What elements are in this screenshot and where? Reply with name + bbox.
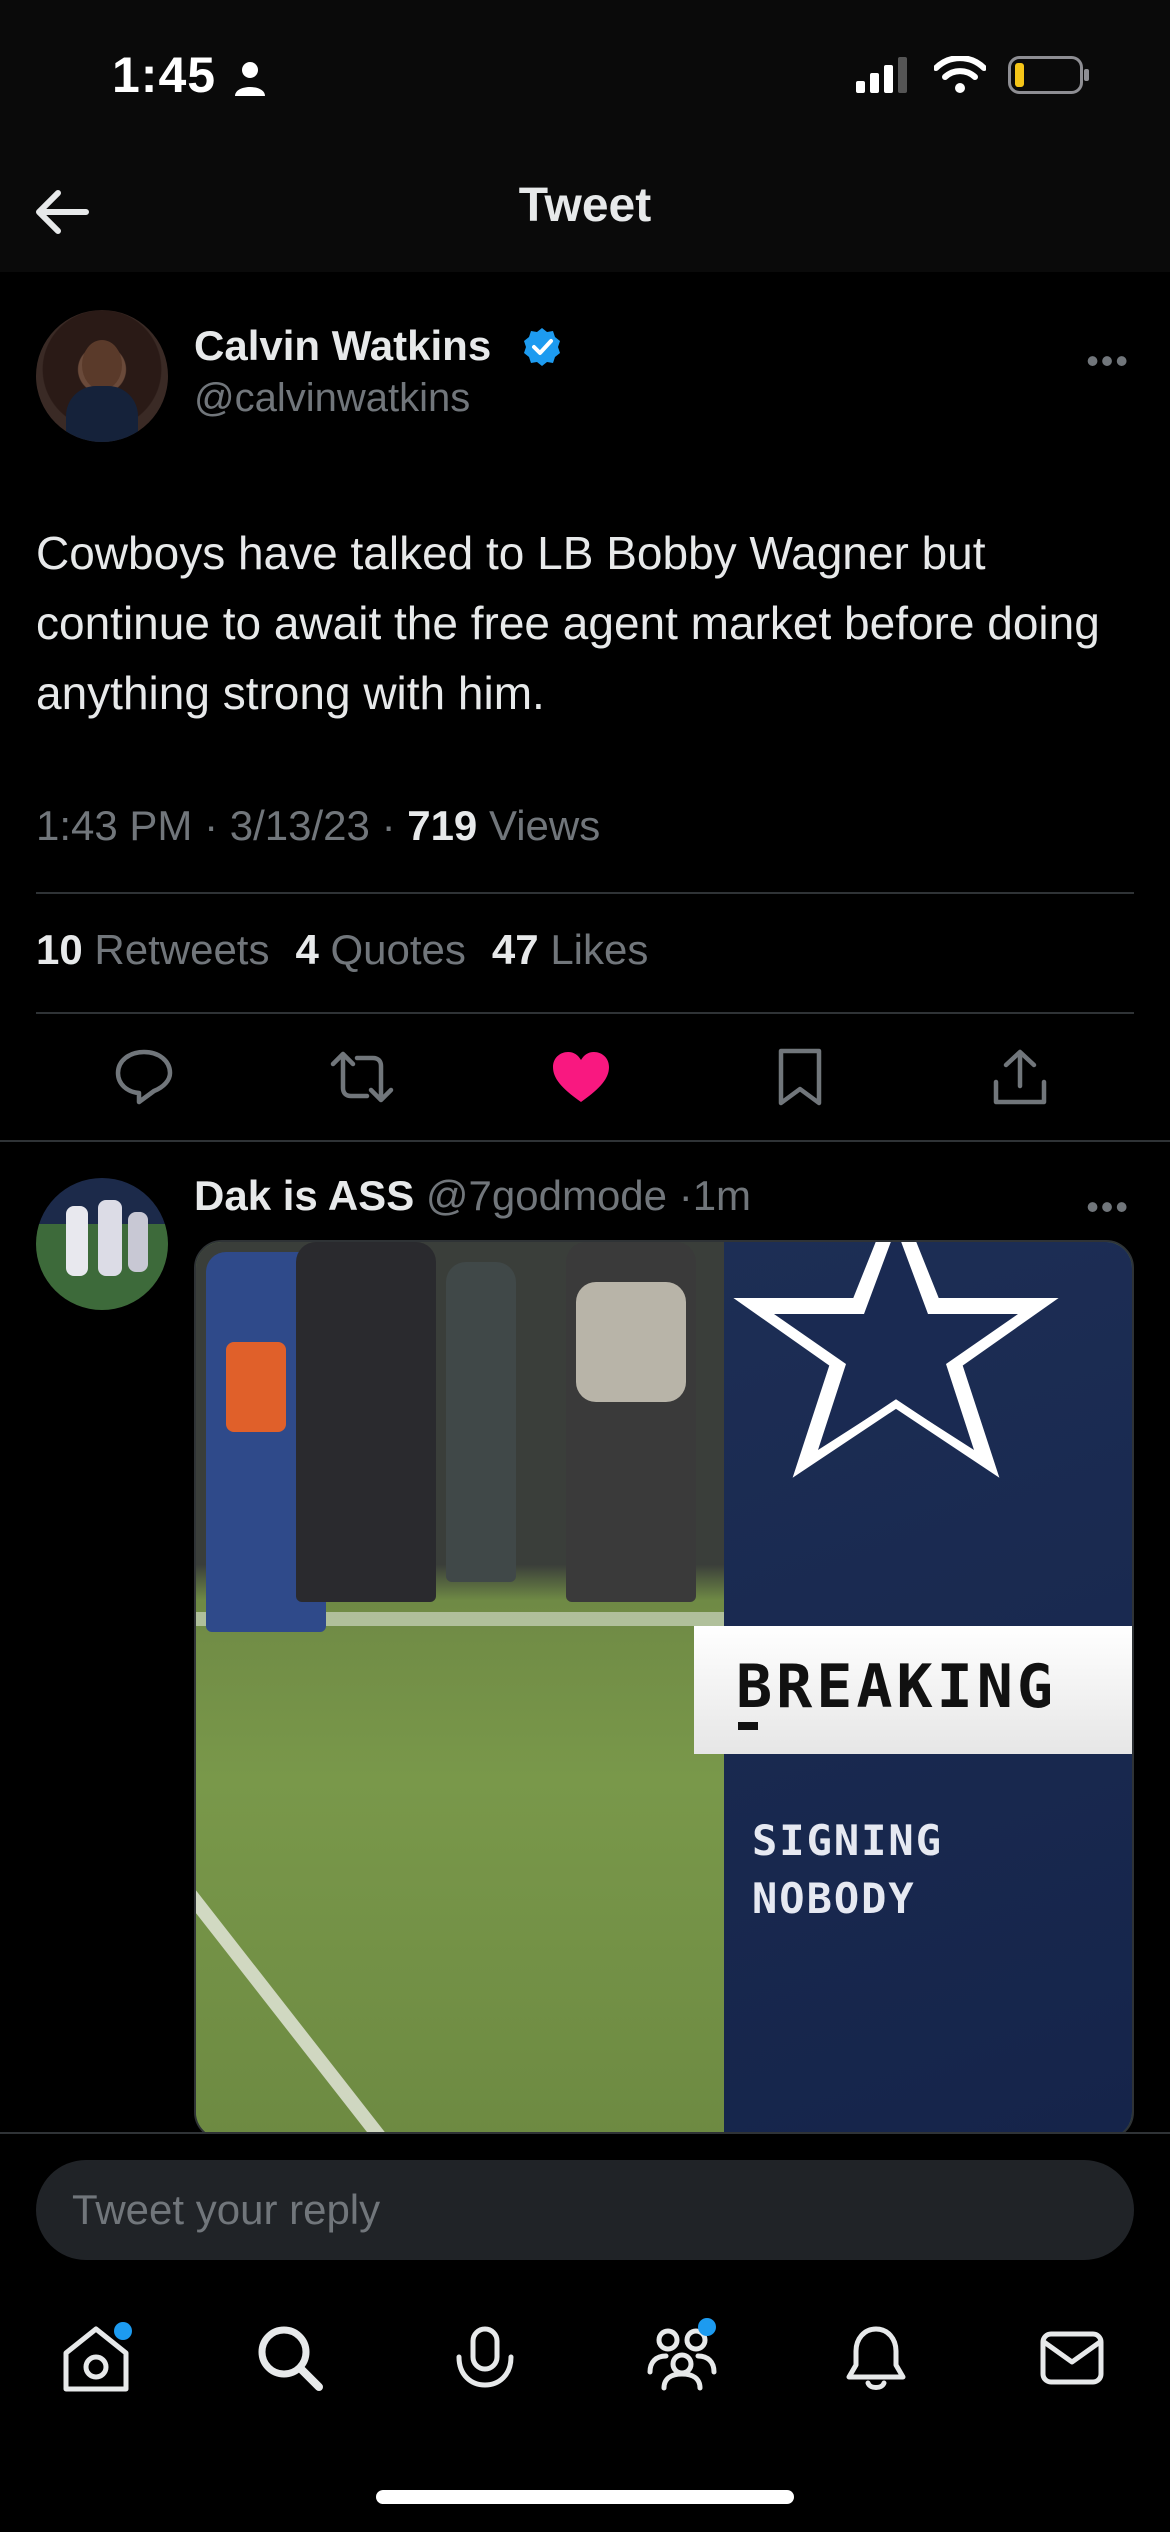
divider bbox=[36, 892, 1134, 894]
notification-dot bbox=[114, 2322, 132, 2340]
person-icon bbox=[235, 62, 265, 96]
reply-input[interactable] bbox=[36, 2160, 1134, 2260]
tweet-stats: 10 Retweets 4 Quotes 47 Likes bbox=[36, 926, 648, 974]
meta-separator: · bbox=[678, 1172, 693, 1219]
reply-author-name[interactable]: Dak is ASS bbox=[194, 1172, 414, 1219]
tab-messages[interactable] bbox=[1022, 2308, 1122, 2408]
retweet-icon bbox=[330, 1051, 394, 1103]
notification-dot bbox=[698, 2318, 716, 2336]
views-label: Views bbox=[488, 802, 601, 849]
views-count: 719 bbox=[407, 802, 478, 849]
quotes-count: 4 bbox=[295, 926, 319, 973]
reply-header: Dak is ASS @7godmode ·1m bbox=[194, 1172, 751, 1220]
reply-age: 1m bbox=[692, 1172, 752, 1219]
share-button[interactable] bbox=[980, 1037, 1060, 1117]
author-handle[interactable]: @calvinwatkins bbox=[194, 376, 470, 421]
home-indicator[interactable] bbox=[376, 2490, 794, 2504]
nav-header: Tweet bbox=[0, 150, 1170, 272]
search-icon bbox=[258, 2326, 323, 2391]
reply-bar bbox=[0, 2132, 1170, 2268]
avatar[interactable] bbox=[36, 310, 168, 442]
spaces-icon bbox=[456, 2326, 514, 2388]
breaking-subtext-line: NOBODY bbox=[752, 1874, 916, 1923]
breaking-subtext-line: SIGNING bbox=[752, 1816, 944, 1865]
reply-icon bbox=[115, 1049, 173, 1105]
page-title: Tweet bbox=[518, 179, 652, 232]
retweet-button[interactable] bbox=[322, 1037, 402, 1117]
status-bar: 1:45 bbox=[0, 0, 1170, 150]
tab-communities[interactable] bbox=[632, 2308, 732, 2408]
tab-search[interactable] bbox=[240, 2308, 340, 2408]
main-tweet: Calvin Watkins @calvinwatkins ••• Cowboy… bbox=[0, 272, 1170, 1142]
more-options-icon[interactable]: ••• bbox=[1086, 1186, 1130, 1228]
status-time: 1:45 bbox=[112, 47, 217, 103]
author-name[interactable]: Calvin Watkins bbox=[194, 322, 491, 370]
likes-count: 47 bbox=[491, 926, 539, 973]
quotes-label: Quotes bbox=[330, 926, 466, 973]
quotes-stat[interactable]: 4 Quotes bbox=[295, 926, 465, 974]
bookmark-icon bbox=[778, 1048, 822, 1106]
retweets-stat[interactable]: 10 Retweets bbox=[36, 926, 269, 974]
messages-icon bbox=[1040, 2331, 1104, 2385]
like-button[interactable] bbox=[541, 1037, 621, 1117]
divider bbox=[36, 1012, 1134, 1014]
tweet-time: 1:43 PM bbox=[36, 802, 193, 849]
tab-notifications[interactable] bbox=[826, 2308, 926, 2408]
more-options-icon[interactable]: ••• bbox=[1086, 340, 1130, 382]
tab-home[interactable] bbox=[46, 2308, 146, 2408]
wifi-icon bbox=[934, 56, 986, 93]
verified-badge-icon bbox=[524, 328, 560, 366]
likes-label: Likes bbox=[550, 926, 649, 973]
breaking-headline: BREAKING bbox=[736, 1652, 1057, 1722]
retweets-count: 10 bbox=[36, 926, 83, 973]
heart-filled-icon bbox=[553, 1052, 609, 1102]
likes-stat[interactable]: 47 Likes bbox=[492, 926, 648, 974]
tweet-meta: 1:43 PM · 3/13/23 · 719 Views bbox=[36, 802, 600, 850]
tab-spaces[interactable] bbox=[435, 2308, 535, 2408]
meta-separator: · bbox=[381, 802, 408, 849]
retweets-label: Retweets bbox=[94, 926, 270, 973]
share-icon bbox=[993, 1049, 1047, 1105]
tweet-media-image[interactable]: BREAKING SIGNING NOBODY bbox=[194, 1240, 1134, 2132]
tweet-date: 3/13/23 bbox=[229, 802, 370, 849]
reply-button[interactable] bbox=[104, 1037, 184, 1117]
notifications-icon bbox=[846, 2326, 906, 2390]
status-icons bbox=[856, 56, 1090, 94]
reply-tweet[interactable]: Dak is ASS @7godmode ·1m ••• BREAKING SI… bbox=[0, 1142, 1170, 2132]
breaking-subtext: SIGNING NOBODY bbox=[752, 1812, 943, 1928]
reply-author-handle[interactable]: @7godmode bbox=[426, 1172, 667, 1219]
avatar[interactable] bbox=[36, 1178, 168, 1310]
meta-separator: · bbox=[204, 802, 230, 849]
signal-icon bbox=[856, 57, 907, 93]
bookmark-button[interactable] bbox=[760, 1037, 840, 1117]
tweet-text: Cowboys have talked to LB Bobby Wagner b… bbox=[36, 527, 1100, 719]
tweet-actions bbox=[0, 1037, 1170, 1127]
star-logo-icon bbox=[733, 1242, 1059, 1478]
battery-icon bbox=[1008, 56, 1089, 94]
